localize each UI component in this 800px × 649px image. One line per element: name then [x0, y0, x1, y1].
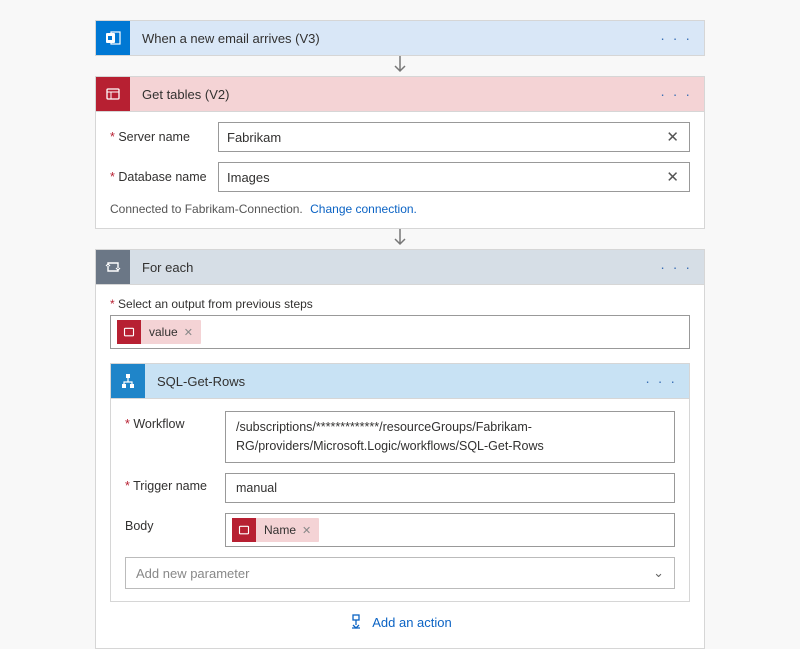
- get-tables-card: Get tables (V2) · · · Server name Fabrik…: [95, 76, 705, 229]
- workflow-input[interactable]: /subscriptions/*************/resourceGro…: [225, 411, 675, 463]
- add-action-button[interactable]: Add an action: [110, 602, 690, 634]
- select-output-label: * Select an output from previous steps: [110, 297, 690, 311]
- body-input[interactable]: Name ✕: [225, 513, 675, 547]
- trigger-header[interactable]: When a new email arrives (V3) · · ·: [96, 21, 704, 55]
- trigger-name-field: Trigger name manual: [125, 473, 675, 504]
- body-field: Body Name ✕: [125, 513, 675, 547]
- foreach-body: * Select an output from previous steps v…: [96, 284, 704, 648]
- trigger-title: When a new email arrives (V3): [142, 31, 656, 46]
- connector-arrow: [95, 56, 705, 76]
- sql-icon: [232, 518, 256, 542]
- connection-info: Connected to Fabrikam-Connection. Change…: [110, 202, 690, 216]
- foreach-card: For each · · · * Select an output from p…: [95, 249, 705, 649]
- sql-icon: [117, 320, 141, 344]
- database-name-input[interactable]: Images ✕: [218, 162, 690, 192]
- sql-get-rows-title: SQL-Get-Rows: [157, 374, 641, 389]
- change-connection-link[interactable]: Change connection.: [310, 202, 417, 216]
- server-name-input[interactable]: Fabrikam ✕: [218, 122, 690, 152]
- more-icon[interactable]: · · ·: [656, 26, 696, 50]
- outlook-icon: [96, 21, 130, 55]
- trigger-name-input[interactable]: manual: [225, 473, 675, 504]
- add-parameter-dropdown[interactable]: Add new parameter ⌄: [125, 557, 675, 589]
- more-icon[interactable]: · · ·: [656, 255, 696, 279]
- add-step-icon: [348, 614, 364, 630]
- connector-arrow: [95, 229, 705, 249]
- workflow-field: Workflow /subscriptions/*************/re…: [125, 411, 675, 463]
- sql-get-rows-card: SQL-Get-Rows · · · Workflow /subscriptio…: [110, 363, 690, 602]
- sql-get-rows-body: Workflow /subscriptions/*************/re…: [111, 398, 689, 601]
- sql-get-rows-header[interactable]: SQL-Get-Rows · · ·: [111, 364, 689, 398]
- more-icon[interactable]: · · ·: [641, 369, 681, 393]
- database-name-field: Database name Images ✕: [110, 162, 690, 192]
- name-token[interactable]: Name ✕: [232, 518, 319, 542]
- foreach-title: For each: [142, 260, 656, 275]
- trigger-name-label: Trigger name: [125, 473, 225, 504]
- get-tables-body: Server name Fabrikam ✕ Database name Ima…: [96, 111, 704, 228]
- workflow-label: Workflow: [125, 411, 225, 463]
- database-name-label: Database name: [110, 170, 218, 184]
- get-tables-header[interactable]: Get tables (V2) · · ·: [96, 77, 704, 111]
- chevron-down-icon: ⌄: [653, 565, 664, 581]
- select-output-input[interactable]: value ✕: [110, 315, 690, 349]
- more-icon[interactable]: · · ·: [656, 82, 696, 106]
- remove-token-icon[interactable]: ✕: [302, 524, 319, 537]
- workflow-icon: [111, 364, 145, 398]
- trigger-card: When a new email arrives (V3) · · ·: [95, 20, 705, 56]
- get-tables-title: Get tables (V2): [142, 87, 656, 102]
- server-name-label: Server name: [110, 130, 218, 144]
- clear-icon[interactable]: ✕: [664, 168, 681, 186]
- clear-icon[interactable]: ✕: [664, 128, 681, 146]
- foreach-header[interactable]: For each · · ·: [96, 250, 704, 284]
- body-label: Body: [125, 513, 225, 547]
- loop-icon: [96, 250, 130, 284]
- sql-icon: [96, 77, 130, 111]
- server-name-field: Server name Fabrikam ✕: [110, 122, 690, 152]
- remove-token-icon[interactable]: ✕: [184, 326, 201, 339]
- value-token[interactable]: value ✕: [117, 320, 201, 344]
